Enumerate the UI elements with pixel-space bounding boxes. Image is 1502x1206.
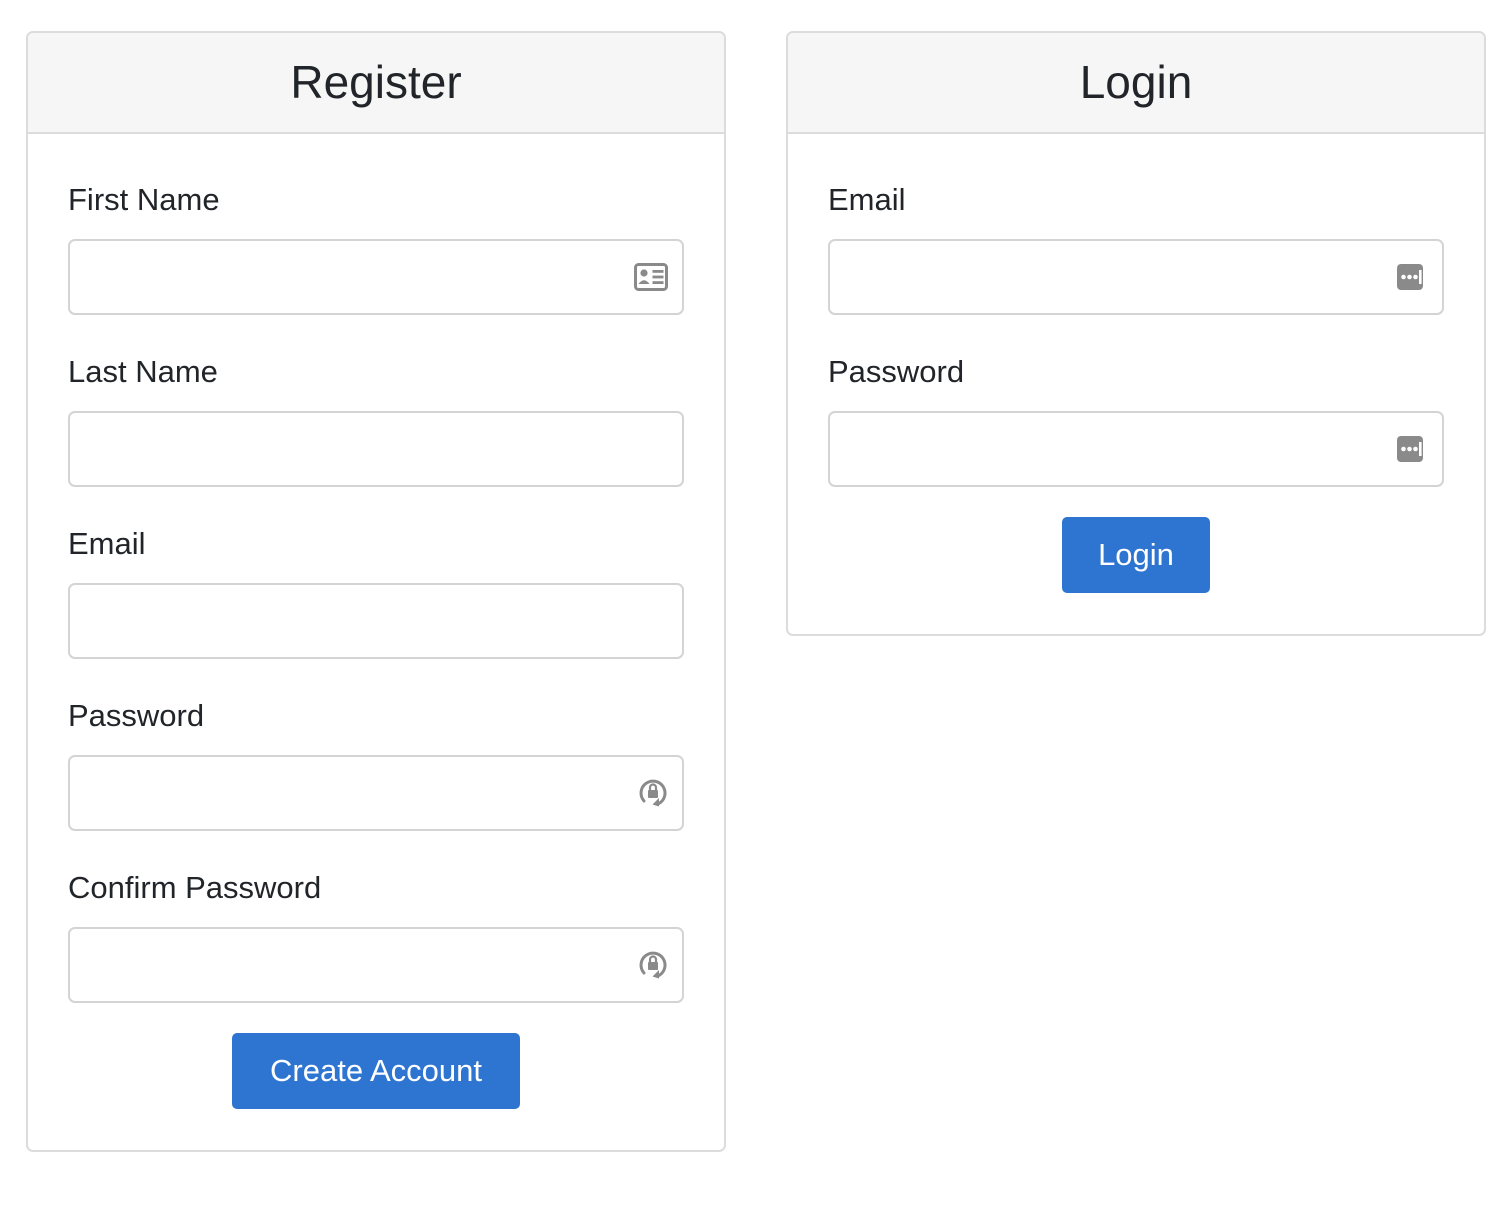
password-manager-icon[interactable] — [1396, 263, 1428, 291]
login-title: Login — [1079, 55, 1193, 108]
login-form: Email Password Login — [788, 134, 1484, 593]
first-name-field-wrapper — [68, 239, 684, 315]
register-card: Register First Name Last Name Email Pass… — [26, 31, 726, 1152]
login-password-input[interactable] — [830, 413, 1442, 485]
password-generator-icon[interactable] — [638, 776, 668, 810]
register-password-label: Password — [68, 698, 205, 733]
first-name-input[interactable] — [70, 241, 682, 313]
last-name-field-wrapper — [68, 411, 684, 487]
confirm-password-group: Confirm Password — [68, 822, 684, 1003]
register-email-label: Email — [68, 526, 146, 561]
contact-card-icon[interactable] — [634, 263, 668, 291]
register-form: First Name Last Name Email Password Conf… — [28, 134, 724, 1109]
login-email-group: Email — [828, 134, 1444, 315]
confirm-password-input[interactable] — [70, 929, 682, 1001]
confirm-password-label: Confirm Password — [68, 870, 322, 905]
register-email-group: Email — [68, 478, 684, 659]
password-manager-icon[interactable] — [1396, 435, 1428, 463]
register-email-input[interactable] — [70, 585, 682, 657]
register-title: Register — [290, 55, 462, 108]
login-email-label: Email — [828, 182, 906, 217]
register-email-field-wrapper — [68, 583, 684, 659]
login-card: Login Email Password Login — [786, 31, 1486, 636]
login-password-group: Password — [828, 306, 1444, 487]
confirm-password-field-wrapper — [68, 927, 684, 1003]
login-password-label: Password — [828, 354, 965, 389]
login-password-field-wrapper — [828, 411, 1444, 487]
password-generator-icon[interactable] — [638, 948, 668, 982]
login-email-input[interactable] — [830, 241, 1442, 313]
login-button[interactable]: Login — [1062, 517, 1210, 593]
last-name-input[interactable] — [70, 413, 682, 485]
login-actions: Login — [788, 517, 1484, 593]
last-name-label: Last Name — [68, 354, 218, 389]
first-name-label: First Name — [68, 182, 220, 217]
register-password-field-wrapper — [68, 755, 684, 831]
login-card-header: Login — [788, 33, 1484, 134]
last-name-group: Last Name — [68, 306, 684, 487]
login-email-field-wrapper — [828, 239, 1444, 315]
create-account-button[interactable]: Create Account — [232, 1033, 520, 1109]
first-name-group: First Name — [68, 134, 684, 315]
register-card-header: Register — [28, 33, 724, 134]
register-password-input[interactable] — [70, 757, 682, 829]
register-password-group: Password — [68, 650, 684, 831]
register-actions: Create Account — [28, 1033, 724, 1109]
